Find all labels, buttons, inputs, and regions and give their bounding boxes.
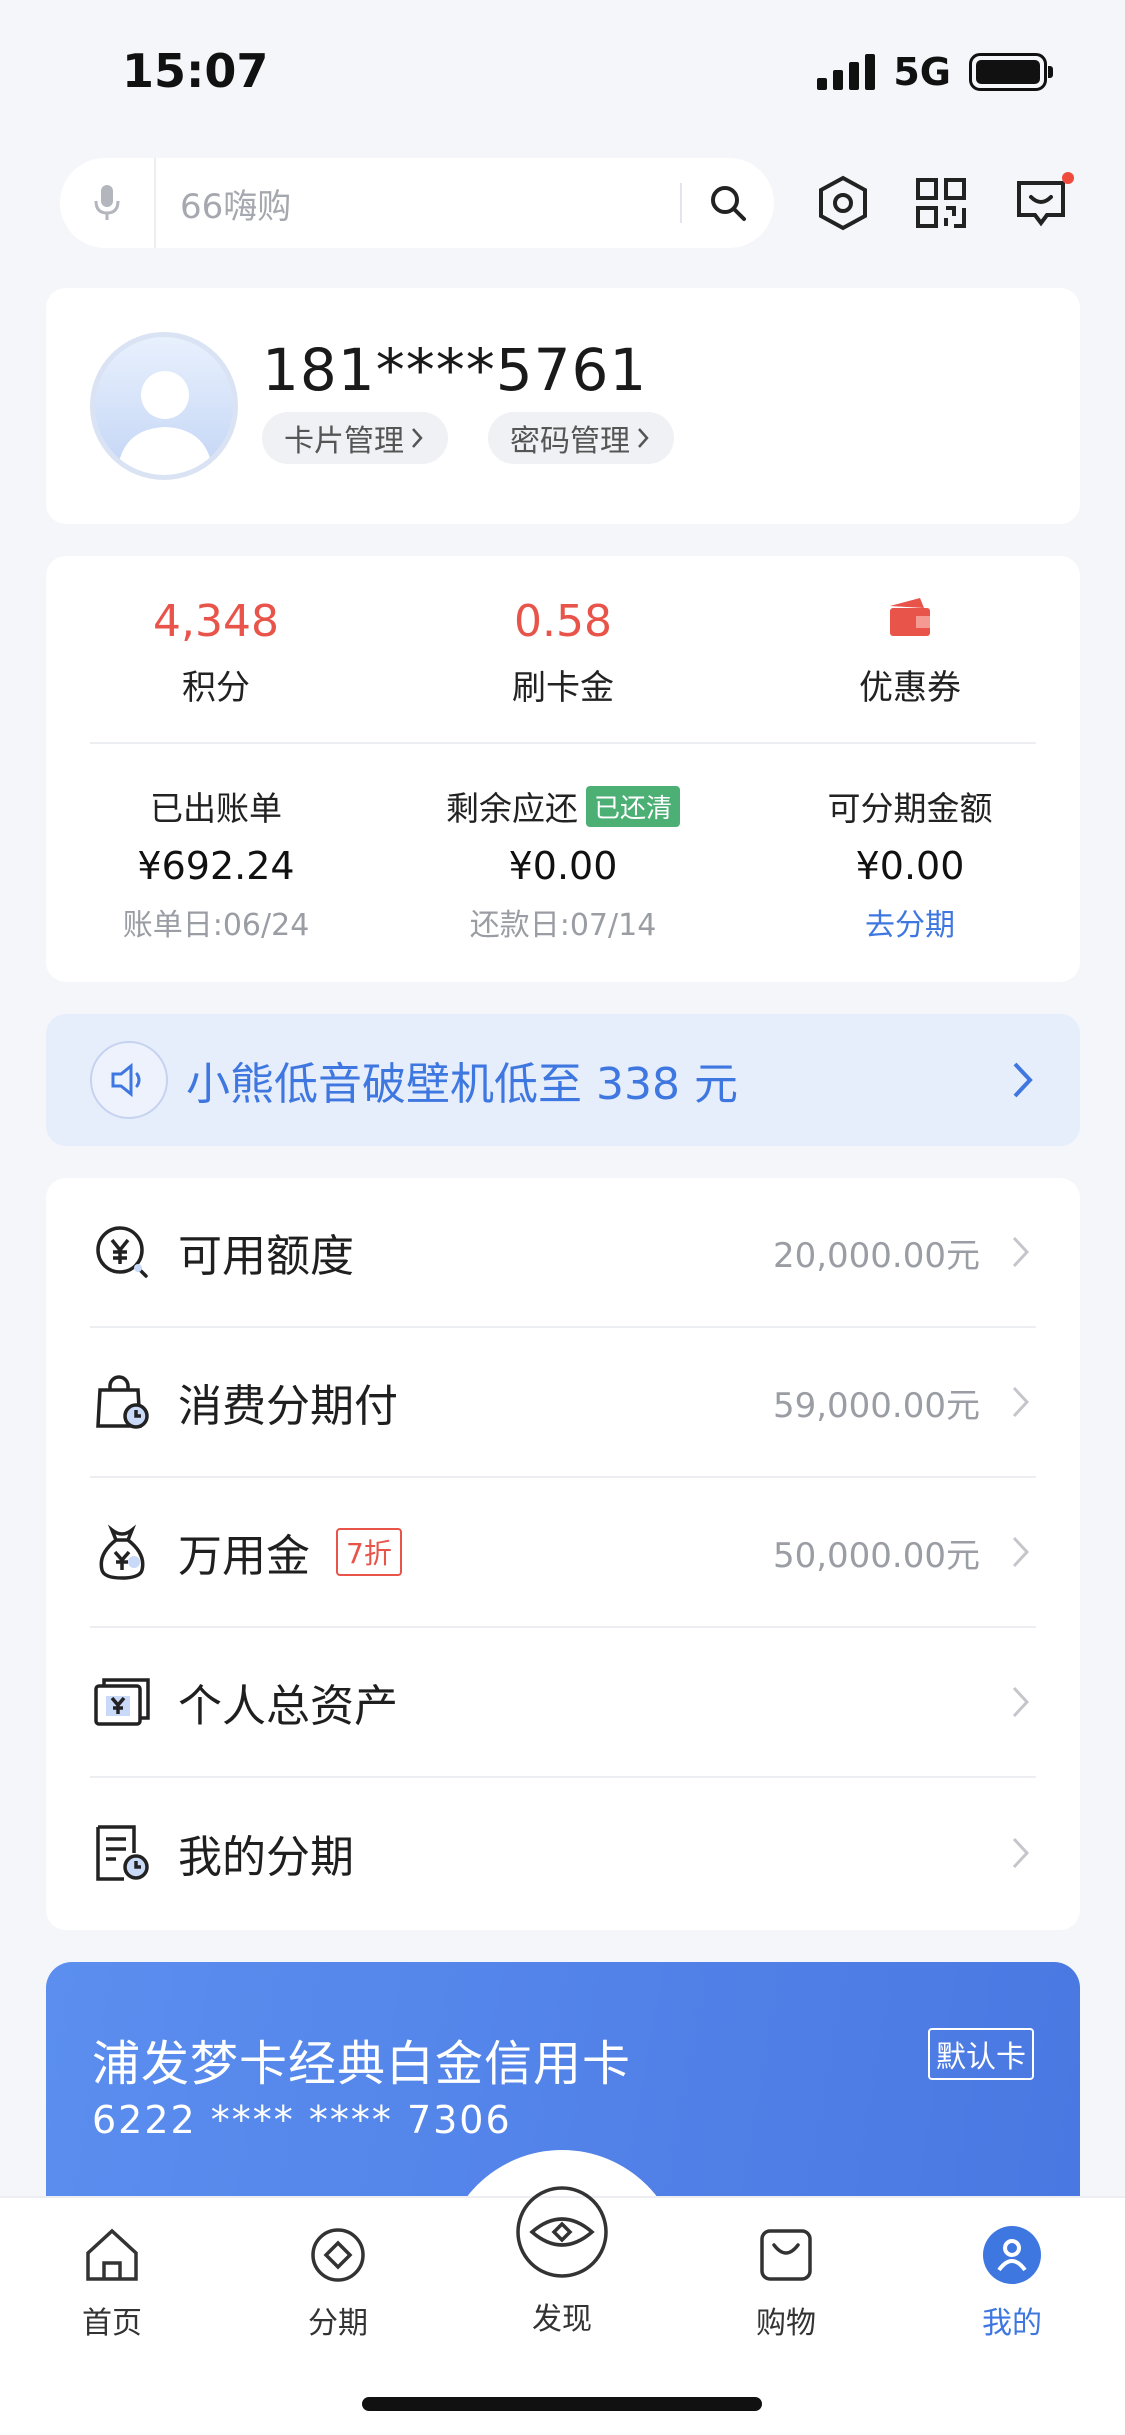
chevron-right-icon: [412, 428, 423, 448]
points-label: 积分: [182, 668, 250, 708]
battery-icon: [969, 53, 1053, 91]
divider: [90, 742, 1036, 744]
account-stats-card: 4,348 积分 0.58 刷卡金 优惠券 已出账单 ¥692.24 账单日:0…: [46, 556, 1080, 982]
search-input[interactable]: 66嗨购: [156, 179, 680, 228]
status-time: 15:07: [122, 44, 269, 98]
installment-available: 可分期金额 ¥0.00 去分期: [760, 782, 1060, 944]
shopping-bag-icon: [706, 2222, 866, 2288]
chevron-right-icon: [1006, 1835, 1036, 1871]
promo-text: 小熊低音破壁机低至 338 元: [186, 1059, 738, 1110]
chevron-right-icon: [1006, 1234, 1036, 1270]
remaining-due[interactable]: 剩余应还 已还清 ¥0.00 还款日:07/14: [413, 782, 713, 944]
notification-dot: [1062, 172, 1074, 184]
issued-bill-title: 已出账单: [150, 789, 282, 828]
my-installments-label: 我的分期: [178, 1832, 354, 1883]
issued-bill-amount: ¥692.24: [137, 844, 295, 888]
tab-mine[interactable]: 我的: [932, 2222, 1092, 2342]
remaining-due-title-row: 剩余应还 已还清: [413, 782, 713, 830]
tab-discover-label: 发现: [532, 2302, 592, 2337]
installment-icon: [258, 2222, 418, 2288]
list-item-my-installments[interactable]: 我的分期: [90, 1778, 1036, 1928]
wallet-yuan-icon: [90, 1670, 154, 1734]
issued-bill[interactable]: 已出账单 ¥692.24 账单日:06/24: [66, 782, 366, 944]
shopping-bag-clock-icon: [90, 1370, 154, 1434]
password-management-button[interactable]: 密码管理: [488, 412, 674, 464]
discount-tag: 7折: [336, 1528, 402, 1576]
default-card-badge: 默认卡: [928, 2028, 1034, 2080]
list-item-total-assets[interactable]: 个人总资产: [90, 1628, 1036, 1778]
remaining-due-amount: ¥0.00: [508, 844, 618, 888]
points-stat[interactable]: 4,348 积分: [66, 596, 366, 709]
network-type: 5G: [893, 50, 951, 94]
chevron-right-icon: [1006, 1684, 1036, 1720]
signal-icon: [817, 54, 876, 90]
yuan-search-icon: [90, 1220, 154, 1284]
tab-shopping-label: 购物: [756, 2306, 816, 2341]
avatar[interactable]: [90, 332, 238, 480]
document-clock-icon: [90, 1821, 154, 1885]
tab-home-label: 首页: [82, 2306, 142, 2341]
paid-badge: 已还清: [585, 785, 680, 827]
go-installment-link[interactable]: 去分期: [760, 900, 1060, 944]
search-icon[interactable]: [682, 158, 774, 248]
profile-card: 181****5761 卡片管理 密码管理: [46, 288, 1080, 524]
available-credit-label: 可用额度: [178, 1231, 354, 1282]
bill-date: 账单日:06/24: [122, 908, 310, 943]
message-icon[interactable]: [1006, 168, 1076, 238]
list-item-universal-cash[interactable]: 万用金 7折 50,000.00元: [90, 1478, 1036, 1628]
tab-shopping[interactable]: 购物: [706, 2222, 866, 2342]
qr-code-icon[interactable]: [906, 168, 976, 238]
tab-mine-label: 我的: [982, 2306, 1042, 2341]
coupons-stat[interactable]: 优惠券: [760, 596, 1060, 709]
consumer-installment-label: 消费分期付: [178, 1381, 398, 1432]
tab-installment-label: 分期: [308, 2306, 368, 2341]
search-bar[interactable]: 66嗨购: [60, 158, 774, 248]
list-item-available-credit[interactable]: 可用额度 20,000.00元: [90, 1178, 1036, 1328]
home-indicator[interactable]: [362, 2397, 762, 2411]
card-number: 6222 **** **** 7306: [92, 2098, 512, 2142]
tab-discover[interactable]: 发现: [482, 2176, 642, 2338]
chevron-right-icon: [1006, 1534, 1036, 1570]
installment-available-amount: ¥0.00: [855, 844, 965, 888]
universal-cash-value: 50,000.00元: [772, 1535, 980, 1576]
services-list: 可用额度 20,000.00元 消费分期付 59,000.00元 万用金 7折 …: [46, 1178, 1080, 1930]
chevron-right-icon: [638, 428, 649, 448]
remaining-due-title: 剩余应还: [445, 789, 578, 828]
total-assets-label: 个人总资产: [178, 1681, 398, 1732]
card-cash-stat[interactable]: 0.58 刷卡金: [413, 596, 713, 709]
installment-available-title: 可分期金额: [827, 789, 993, 828]
status-indicators: 5G: [817, 50, 1053, 94]
user-icon: [932, 2222, 1092, 2288]
repayment-date: 还款日:07/14: [469, 908, 657, 943]
coupon-icon: [760, 596, 1060, 654]
card-cash-value: 0.58: [514, 596, 612, 647]
promo-banner[interactable]: 小熊低音破壁机低至 338 元: [46, 1014, 1080, 1146]
consumer-installment-value: 59,000.00元: [772, 1385, 980, 1426]
coupons-label: 优惠券: [859, 668, 961, 708]
list-item-consumer-installment[interactable]: 消费分期付 59,000.00元: [90, 1328, 1036, 1478]
card-name: 浦发梦卡经典白金信用卡: [92, 2036, 632, 2092]
available-credit-value: 20,000.00元: [772, 1235, 980, 1276]
points-value: 4,348: [153, 596, 279, 647]
password-management-label: 密码管理: [510, 424, 630, 459]
card-management-button[interactable]: 卡片管理: [262, 412, 448, 464]
card-management-label: 卡片管理: [284, 424, 404, 459]
money-bag-icon: [90, 1520, 154, 1584]
tab-installment[interactable]: 分期: [258, 2222, 418, 2342]
chevron-right-icon: [1013, 1062, 1033, 1098]
discover-eye-icon: [482, 2176, 642, 2288]
phone-number: 181****5761: [262, 336, 648, 404]
mic-icon[interactable]: [60, 158, 156, 248]
chevron-right-icon: [1006, 1384, 1036, 1420]
tab-home[interactable]: 首页: [32, 2222, 192, 2342]
card-cash-label: 刷卡金: [512, 668, 614, 708]
universal-cash-label: 万用金: [178, 1531, 310, 1582]
home-icon: [32, 2222, 192, 2288]
speaker-icon: [90, 1041, 168, 1119]
settings-icon[interactable]: [808, 168, 878, 238]
